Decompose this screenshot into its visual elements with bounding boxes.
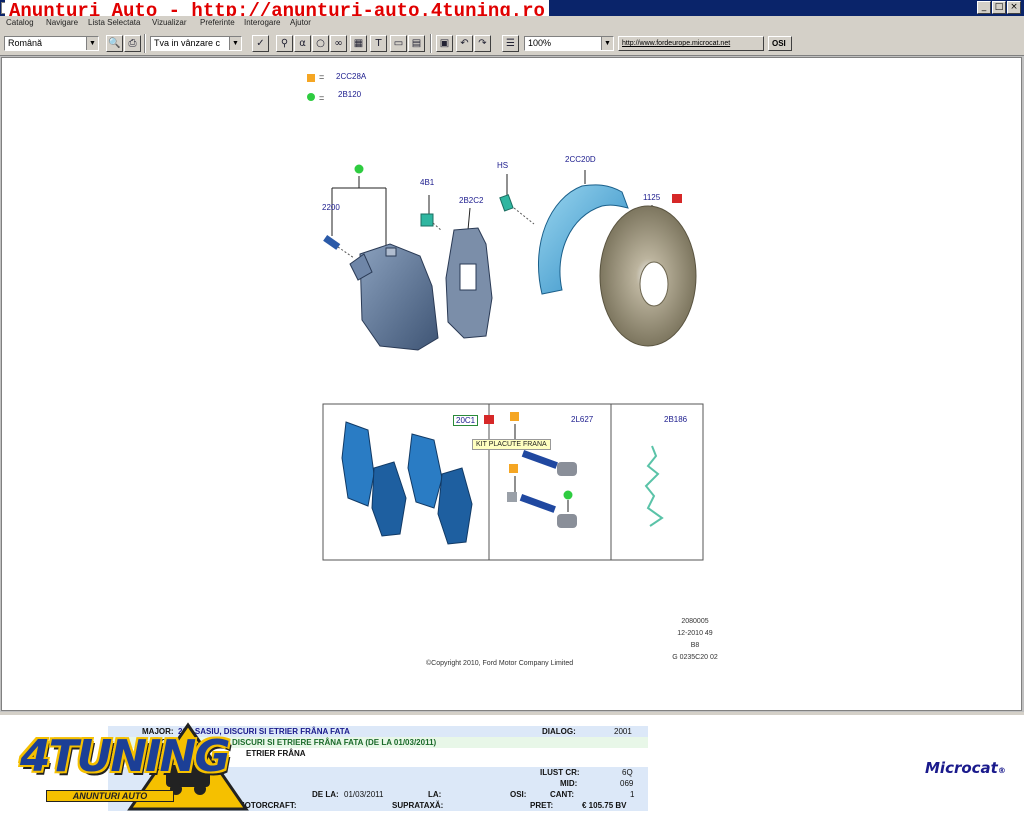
zoom-select[interactable]: 100% ▼ bbox=[524, 36, 614, 51]
brand-text: Microcat bbox=[925, 759, 998, 777]
undo-icon[interactable]: ↶ bbox=[456, 35, 473, 52]
minimize-button[interactable]: _ bbox=[977, 1, 991, 14]
part-tooltip: KIT PLACUTE FRANA bbox=[472, 439, 551, 450]
microcat-logo: Microcat® bbox=[925, 759, 1006, 777]
search-icon[interactable]: ○ bbox=[312, 35, 329, 52]
chevron-down-icon: ▼ bbox=[601, 37, 613, 50]
menu-ajutor[interactable]: Ajutor bbox=[290, 18, 311, 27]
menu-catalog[interactable]: Catalog bbox=[6, 18, 34, 27]
alpha-search-icon[interactable]: α bbox=[294, 35, 311, 52]
chevron-down-icon: ▼ bbox=[229, 37, 241, 50]
green-dot-marker bbox=[354, 164, 364, 174]
part-info-panel: MAJOR: 20C SASIU, DISCURI SI ETRIER FRÂN… bbox=[0, 712, 1024, 819]
part-label-carrier[interactable]: 2B2C2 bbox=[459, 196, 483, 205]
monitor-icon[interactable]: ▭ bbox=[390, 35, 407, 52]
illustration-code: 2080005 bbox=[681, 618, 709, 625]
part-label-disc[interactable]: 1125 bbox=[643, 193, 660, 202]
part-label-pin-kit[interactable]: 2L627 bbox=[571, 415, 593, 424]
illustration-date: 12-2010 49 bbox=[677, 630, 713, 637]
language-value: Română bbox=[8, 38, 43, 48]
price-label: PRET: bbox=[530, 801, 554, 810]
de-la-value: 01/03/2011 bbox=[344, 790, 384, 799]
part-label-shield[interactable]: 2CC20D bbox=[565, 155, 596, 164]
binoculars-icon[interactable]: ∞ bbox=[330, 35, 347, 52]
illustration-section: B8 bbox=[690, 642, 700, 649]
toolbar-separator bbox=[144, 34, 146, 53]
flag-icon bbox=[484, 415, 494, 424]
part-label-screw[interactable]: HS bbox=[497, 161, 508, 170]
part-label-spring[interactable]: 2B186 bbox=[664, 415, 687, 424]
grid-icon[interactable]: ▦ bbox=[350, 35, 367, 52]
diagram-area: = 2CC28A = 2B120 2200 4B1 2B2C2 HS 2CC20… bbox=[1, 57, 1022, 711]
text-icon[interactable]: T bbox=[370, 35, 387, 52]
cant-value: 1 bbox=[630, 790, 635, 799]
part-label-pads[interactable]: 20C1 bbox=[453, 415, 479, 426]
zoom-part-icon[interactable]: ⚲ bbox=[276, 35, 293, 52]
sect-value: DISCURI SI ETRIERE FRÂNA FATA (DE LA 01/… bbox=[232, 738, 437, 747]
window-controls: _ □ × bbox=[977, 1, 1021, 14]
dialog-value: 2001 bbox=[614, 727, 632, 736]
illus-label: ILUST CR: bbox=[540, 768, 580, 777]
menu-lista[interactable]: Lista Selectata bbox=[88, 18, 140, 27]
preview-icon[interactable]: 🔍 bbox=[106, 35, 123, 52]
website-link[interactable]: http://www.fordeurope.microcat.net bbox=[618, 36, 764, 51]
logo-sub-text: ANUNTURI AUTO bbox=[46, 790, 174, 802]
menu-navigare[interactable]: Navigare bbox=[46, 18, 78, 27]
chevron-down-icon: ▼ bbox=[86, 37, 98, 50]
book-icon[interactable]: ▤ bbox=[408, 35, 425, 52]
zoom-value: 100% bbox=[528, 38, 552, 48]
menu-bar: Catalog Navigare Lista Selectata Vizuali… bbox=[0, 16, 1024, 31]
price-value: € 105.75 BV bbox=[582, 801, 627, 810]
language-select[interactable]: Română ▼ bbox=[4, 36, 99, 51]
logo-main-text: 4TUNING bbox=[20, 731, 230, 782]
toolbar-separator bbox=[430, 34, 432, 53]
mid-label: MID: bbox=[560, 779, 578, 788]
menu-interogare[interactable]: Interogare bbox=[244, 18, 280, 27]
flag-marker bbox=[672, 194, 682, 203]
image-icon[interactable]: ▣ bbox=[436, 35, 453, 52]
osi-label: OSI: bbox=[510, 790, 527, 799]
cant-label: CANT: bbox=[550, 790, 574, 799]
sale-filter-value: Tva in vânzare c bbox=[154, 38, 221, 48]
tuning-logo: 4TUNING ANUNTURI AUTO bbox=[6, 717, 252, 817]
de-la-label: DE LA: bbox=[312, 790, 339, 799]
illus-value: 6Q bbox=[622, 768, 633, 777]
exploded-view-drawing bbox=[322, 164, 704, 561]
title-bar: Anunturi Auto - http://anunturi-auto.4tu… bbox=[0, 0, 1024, 22]
dialog-label: DIALOG: bbox=[542, 727, 576, 736]
copyright-text: ©Copyright 2010, Ford Motor Company Limi… bbox=[426, 660, 574, 667]
osi-button[interactable]: OSI bbox=[768, 36, 792, 51]
sub-section-value: ETRIER FRÂNA bbox=[246, 749, 306, 758]
toolbar: Română ▼ 🔍 ⎙ Tva in vânzare c ▼ ✓ ⚲ α ○ … bbox=[0, 31, 1024, 56]
list-icon[interactable]: ☰ bbox=[502, 35, 519, 52]
menu-preferinte[interactable]: Preferinte bbox=[200, 18, 235, 27]
check-icon[interactable]: ✓ bbox=[252, 35, 269, 52]
print-icon[interactable]: ⎙ bbox=[124, 35, 141, 52]
menu-vizualizare[interactable]: Vizualizar bbox=[152, 18, 187, 27]
illustration-ref: G 0235C20 02 bbox=[672, 654, 718, 661]
part-label-bolt[interactable]: 2200 bbox=[322, 203, 340, 212]
maximize-button[interactable]: □ bbox=[992, 1, 1006, 14]
suprataxa-label: SUPRATAXĂ: bbox=[392, 801, 444, 810]
sale-filter-select[interactable]: Tva in vânzare c ▼ bbox=[150, 36, 242, 51]
close-button[interactable]: × bbox=[1007, 1, 1021, 14]
part-label-bleed-screw[interactable]: 4B1 bbox=[420, 178, 434, 187]
redo-icon[interactable]: ↷ bbox=[474, 35, 491, 52]
la-label: LA: bbox=[428, 790, 442, 799]
mid-value: 069 bbox=[620, 779, 634, 788]
